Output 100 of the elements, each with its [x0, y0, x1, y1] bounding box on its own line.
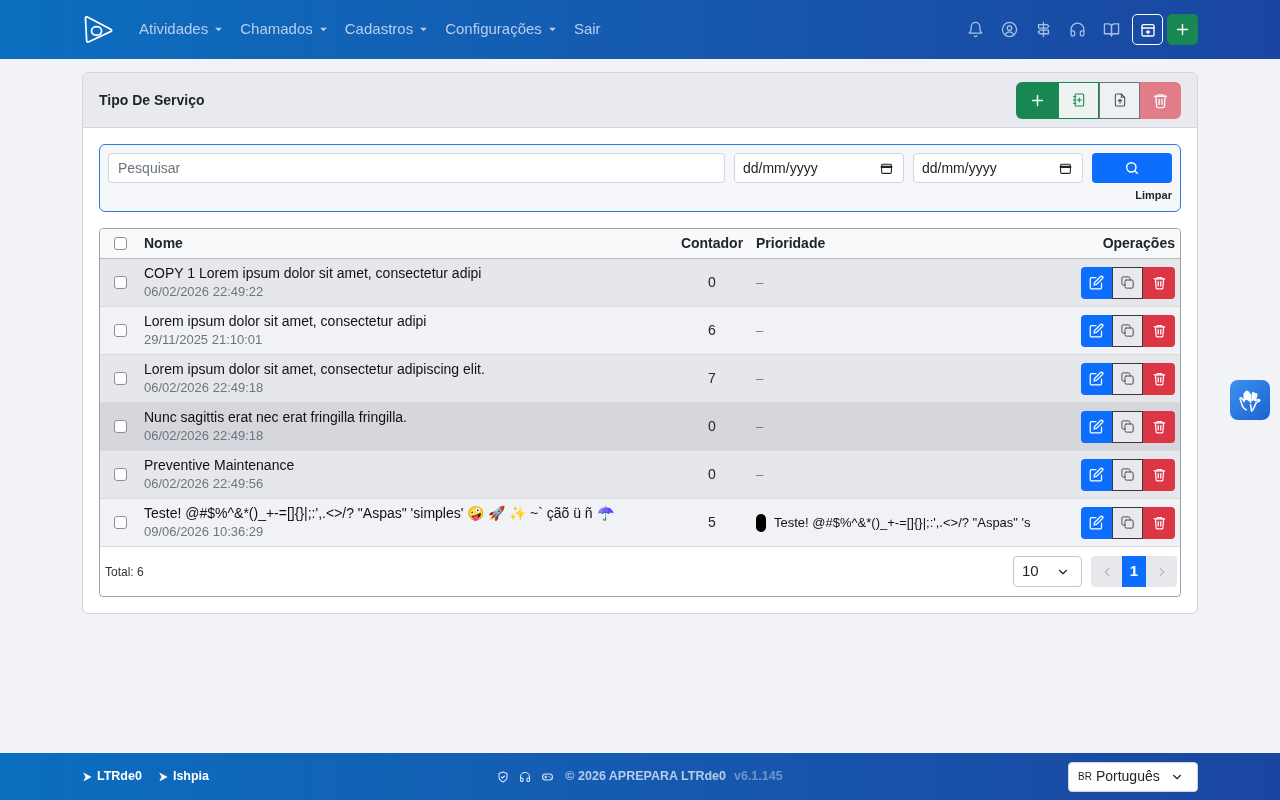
copy-button[interactable] — [1112, 410, 1143, 443]
bell-icon[interactable] — [967, 21, 984, 38]
headset-icon[interactable] — [1069, 21, 1086, 38]
created-date: 06/02/2026 22:49:22 — [144, 283, 264, 301]
add-button[interactable] — [1016, 81, 1058, 119]
nav-menu-link[interactable]: Configurações — [445, 18, 557, 41]
service-name: COPY 1 Lorem ipsum dolor sit amet, consectetur adipi — [144, 264, 482, 283]
created-date: 09/06/2026 10:36:29 — [144, 523, 264, 541]
copy-icon — [1120, 371, 1135, 386]
delete-button[interactable] — [1143, 410, 1175, 443]
copy-icon — [1120, 323, 1135, 338]
copy-icon — [1120, 515, 1135, 530]
calendar-plus-icon — [1139, 21, 1156, 38]
edit-button[interactable] — [1081, 506, 1112, 539]
delete-button[interactable] — [1143, 266, 1175, 299]
edit-button[interactable] — [1081, 410, 1112, 443]
trash-icon — [1151, 515, 1167, 530]
language-select[interactable]: BR Português — [1068, 761, 1198, 792]
column-header: Operações — [1101, 234, 1176, 253]
copy-icon — [1120, 419, 1135, 434]
checkbox[interactable] — [114, 516, 127, 529]
created-date: 06/02/2026 22:49:56 — [144, 475, 264, 493]
sign-language-button[interactable] — [1230, 380, 1270, 420]
nav-menu-link[interactable]: Cadastros — [344, 18, 429, 41]
copy-button[interactable] — [1112, 506, 1143, 539]
page-size-select[interactable]: 10 — [1013, 556, 1082, 587]
copy-button[interactable] — [1112, 314, 1143, 347]
column-header: Nome — [144, 234, 184, 253]
logo-icon[interactable] — [82, 13, 115, 46]
checkbox[interactable] — [114, 468, 127, 481]
service-name: Lorem ipsum dolor sit amet, consectetur adipi — [144, 312, 427, 331]
edit-icon — [1089, 275, 1104, 290]
trash-icon — [1152, 91, 1169, 109]
nav-menu-link[interactable]: Sair — [573, 18, 601, 41]
footer-link[interactable]: LTRde0 — [82, 767, 142, 786]
edit-icon — [1089, 323, 1104, 338]
plus-icon — [1174, 21, 1191, 38]
calendar-button[interactable] — [1132, 14, 1163, 45]
upload-button[interactable] — [1099, 81, 1140, 119]
delete-button[interactable] — [1143, 458, 1175, 491]
priority-label: Teste! @#$%^&*()_+-=[]{}|;:',.<>/? "Aspas" 's — [774, 513, 1031, 532]
checkbox[interactable] — [114, 420, 127, 433]
headset-icon[interactable] — [519, 770, 532, 783]
column-header: Contador — [679, 234, 745, 253]
edit-button[interactable] — [1081, 362, 1112, 395]
version-text: v6.1.145 — [734, 768, 783, 786]
delete-button[interactable] — [1143, 314, 1175, 347]
calendar-icon[interactable] — [1059, 161, 1072, 175]
import-button[interactable] — [1058, 81, 1099, 119]
copy-button[interactable] — [1112, 458, 1143, 491]
created-date: 06/02/2026 22:49:18 — [144, 379, 264, 397]
trash-icon — [1151, 371, 1167, 386]
counter-value: 0 — [708, 465, 716, 484]
notebook-plus-icon — [1070, 92, 1087, 108]
footer-link[interactable]: Ishpia — [157, 767, 210, 786]
checkbox[interactable] — [114, 372, 127, 385]
book-icon[interactable] — [1103, 21, 1120, 38]
edit-button[interactable] — [1081, 458, 1112, 491]
date-field[interactable]: dd/mm/yyyy — [913, 153, 1083, 183]
delete-button[interactable] — [1143, 362, 1175, 395]
service-name: Lorem ipsum dolor sit amet, consectetur adipiscing elit. — [144, 360, 485, 379]
page-button[interactable]: 1 — [1122, 556, 1146, 587]
service-name: Teste! @#$%^&*()_+-=[]{}|;:',.<>/? "Aspas" 'simples' 🤪 🚀 ✨ ~` çãõ ü ñ ☂ — [144, 504, 614, 523]
checkbox[interactable] — [114, 324, 127, 337]
edit-icon — [1089, 515, 1104, 530]
copy-button[interactable] — [1112, 362, 1143, 395]
counter-value: 6 — [708, 321, 716, 340]
copy-icon — [1120, 467, 1135, 482]
priority-label: – — [756, 417, 764, 436]
add-button[interactable] — [1167, 14, 1198, 45]
date-field[interactable]: dd/mm/yyyy — [734, 153, 904, 183]
counter-value: 0 — [708, 417, 716, 436]
counter-value: 0 — [708, 273, 716, 292]
copy-icon — [1120, 275, 1135, 290]
search-field[interactable]: Pesquisar — [108, 153, 725, 183]
page-title: Tipo De Serviço — [99, 90, 205, 110]
delete-button[interactable] — [1143, 506, 1175, 539]
priority-label: – — [756, 465, 764, 484]
priority-label: – — [756, 321, 764, 340]
edit-button[interactable] — [1081, 266, 1112, 299]
nav-menu-link[interactable]: Chamados — [240, 18, 328, 41]
clear-link[interactable]: Limpar — [1135, 188, 1172, 202]
calendar-icon[interactable] — [880, 161, 893, 175]
signpost-icon[interactable] — [1035, 21, 1052, 38]
nav-menu-link[interactable]: Atividades — [139, 18, 224, 41]
copy-button[interactable] — [1112, 266, 1143, 299]
search-button[interactable] — [1092, 153, 1172, 183]
created-date: 06/02/2026 22:49:18 — [144, 427, 264, 445]
edit-button[interactable] — [1081, 314, 1112, 347]
user-icon[interactable] — [1001, 21, 1018, 38]
play-icon — [157, 770, 169, 783]
trash-icon — [1151, 467, 1167, 482]
checkbox[interactable] — [114, 237, 127, 250]
gamepad-icon[interactable] — [541, 770, 555, 783]
copyright-text: © 2026 APREPARA LTRde0 — [565, 768, 726, 786]
trash-icon — [1151, 275, 1167, 290]
column-header: Prioridade — [755, 234, 827, 253]
checkbox[interactable] — [114, 276, 127, 289]
shield-icon[interactable] — [497, 770, 510, 783]
edit-icon — [1089, 467, 1104, 482]
